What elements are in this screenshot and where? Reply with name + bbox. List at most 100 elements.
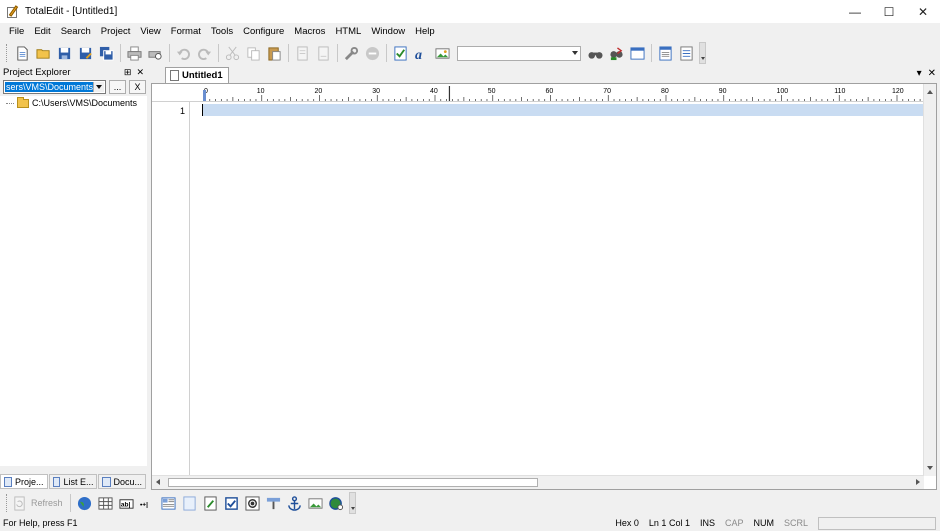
window-button[interactable] (627, 43, 648, 64)
toolbar-separator (651, 44, 652, 62)
status-num: NUM (753, 518, 774, 528)
paste-icon (268, 46, 281, 61)
close-button[interactable]: ✕ (906, 0, 940, 23)
tab-documents[interactable]: Docu... (98, 474, 147, 489)
maximize-button[interactable]: ☐ (872, 0, 906, 23)
menu-search[interactable]: Search (61, 26, 91, 37)
chevron-down-icon[interactable] (93, 82, 104, 92)
scroll-down-icon[interactable] (927, 466, 933, 470)
refresh-button[interactable]: Refresh (12, 495, 63, 511)
minimize-button[interactable]: — (838, 0, 872, 23)
font-button[interactable]: a (411, 43, 432, 64)
menu-project[interactable]: Project (101, 26, 131, 37)
radio-button[interactable] (242, 493, 263, 514)
ruler-indent-marker[interactable] (203, 90, 206, 101)
print-button[interactable] (124, 43, 145, 64)
checklist-button[interactable] (390, 43, 411, 64)
undo-button[interactable] (173, 43, 194, 64)
globe-icon (77, 496, 91, 510)
web-button[interactable] (326, 493, 347, 514)
menu-configure[interactable]: Configure (243, 26, 284, 37)
path-row: sers\VMS\Documents ... X (3, 80, 146, 94)
text-editor[interactable]: 0102030405060708090100110120 1 (151, 83, 937, 490)
status-scrl: SCRL (783, 518, 808, 528)
menu-view[interactable]: View (140, 26, 160, 37)
save-icon (58, 47, 71, 59)
documents-icon (102, 476, 111, 487)
menu-file[interactable]: File (9, 26, 24, 37)
menu-edit[interactable]: Edit (34, 26, 50, 37)
tab-project[interactable]: Proje... (0, 474, 48, 489)
page-button[interactable] (292, 43, 313, 64)
toolbar-overflow-button[interactable] (699, 42, 706, 64)
menu-html[interactable]: HTML (335, 26, 361, 37)
table-button[interactable] (95, 493, 116, 514)
horizontal-scrollbar[interactable] (152, 475, 924, 489)
tree-item[interactable]: C:\Users\VMS\Documents (0, 96, 147, 110)
edit-button[interactable] (200, 493, 221, 514)
find-button[interactable] (585, 43, 606, 64)
checkbox-button[interactable] (221, 493, 242, 514)
abbr-icon: •+| (140, 501, 148, 508)
open-button[interactable] (33, 43, 54, 64)
toolbar-overflow-button[interactable] (348, 492, 356, 514)
stop-button[interactable] (362, 43, 383, 64)
menu-window[interactable]: Window (371, 26, 405, 37)
scroll-right-icon[interactable] (916, 479, 920, 485)
project-explorer-panel: Project Explorer ⊞ ✕ sers\VMS\Documents .… (0, 66, 147, 490)
app-icon (6, 4, 20, 19)
tab-untitled1[interactable]: Untitled1 (165, 67, 229, 83)
layout-button[interactable] (158, 493, 179, 514)
abbr-button[interactable]: •+| (137, 493, 158, 514)
menu-macros[interactable]: Macros (294, 26, 325, 37)
clear-path-button[interactable]: X (129, 80, 146, 94)
tab-list[interactable]: List E... (48, 474, 98, 489)
menu-format[interactable]: Format (171, 26, 201, 37)
page-copy-button[interactable] (313, 43, 334, 64)
redo-button[interactable] (194, 43, 215, 64)
tab-list-dropdown[interactable]: ▾ (917, 68, 922, 79)
tab-label: Untitled1 (182, 70, 223, 81)
browser-button[interactable] (74, 493, 95, 514)
browse-button[interactable]: ... (109, 80, 126, 94)
project-explorer-header: Project Explorer ⊞ ✕ (0, 66, 147, 79)
window-title: TotalEdit - [Untitled1] (25, 6, 118, 17)
toolbar-gripper[interactable] (6, 494, 9, 512)
scroll-left-icon[interactable] (156, 479, 160, 485)
save-button[interactable] (54, 43, 75, 64)
paste-button[interactable] (264, 43, 285, 64)
print-preview-button[interactable] (145, 43, 166, 64)
cut-button[interactable] (222, 43, 243, 64)
image-button[interactable] (432, 43, 453, 64)
tab-close-button[interactable]: ✕ (928, 68, 936, 79)
menu-tools[interactable]: Tools (211, 26, 233, 37)
save-as-button[interactable] (75, 43, 96, 64)
path-combo[interactable]: sers\VMS\Documents (3, 80, 106, 94)
pin-icon[interactable]: ⊞ (124, 67, 132, 77)
image-icon (307, 497, 323, 509)
search-combo[interactable] (457, 45, 581, 61)
anchor-button[interactable] (284, 493, 305, 514)
document-button[interactable] (655, 43, 676, 64)
refresh-icon (14, 495, 25, 511)
replace-button[interactable] (606, 43, 627, 64)
status-cap: CAP (724, 518, 744, 528)
save-all-icon (99, 46, 114, 61)
panel-close-button[interactable]: ✕ (136, 67, 144, 77)
properties-button[interactable] (676, 43, 697, 64)
tools-button[interactable] (341, 43, 362, 64)
copy-button[interactable] (243, 43, 264, 64)
toolbar-gripper[interactable] (6, 44, 9, 62)
ruler: 0102030405060708090100110120 (152, 84, 924, 102)
folder-icon (17, 96, 29, 108)
save-all-button[interactable] (96, 43, 117, 64)
frame-button[interactable] (179, 493, 200, 514)
vertical-scrollbar[interactable] (923, 84, 936, 476)
text-field-button[interactable]: ab| (116, 493, 137, 514)
insert-image-button[interactable] (305, 493, 326, 514)
scrollbar-thumb[interactable] (168, 478, 538, 487)
heading-button[interactable] (263, 493, 284, 514)
new-file-button[interactable] (12, 43, 33, 64)
scroll-up-icon[interactable] (927, 90, 933, 94)
menu-help[interactable]: Help (415, 26, 435, 37)
